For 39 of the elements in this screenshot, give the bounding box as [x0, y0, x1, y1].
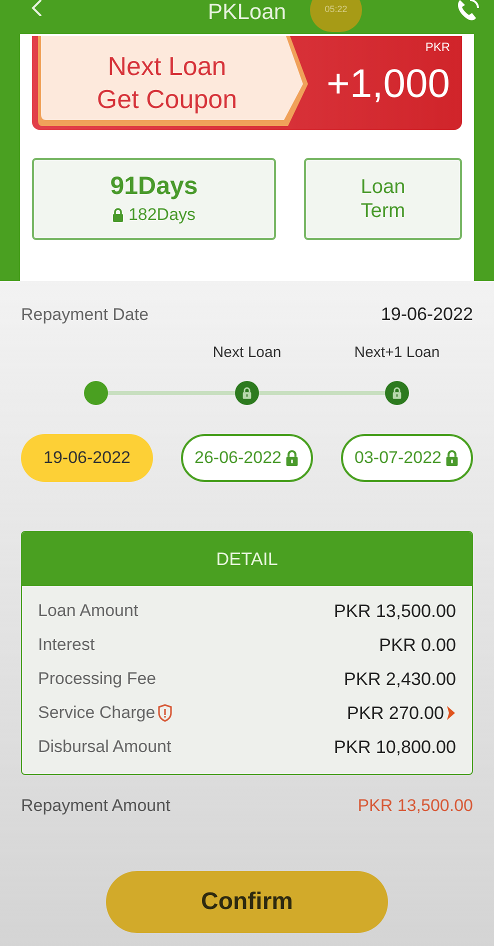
lock-icon: [285, 450, 300, 466]
confirm-button[interactable]: Confirm: [106, 870, 388, 932]
date-chip[interactable]: 26-06-2022: [181, 434, 313, 482]
recording-badge: 05:22: [310, 0, 362, 32]
shield-alert-icon[interactable]: [157, 704, 174, 722]
field-label: Repayment Date: [21, 304, 149, 326]
coupon-banner[interactable]: Next Loan Get Coupon PKR +1,000: [32, 36, 462, 130]
detail-value: PKR 0.00: [378, 634, 456, 656]
term-option[interactable]: 91Days 182Days: [32, 158, 276, 240]
step-label: Next+1 Loan: [354, 343, 440, 363]
date-chip[interactable]: 19-06-2022: [21, 434, 153, 482]
detail-label: Processing Fee: [38, 668, 156, 690]
detail-value: PKR 10,800.00: [334, 736, 456, 758]
lock-icon: [392, 387, 402, 399]
detail-value: PKR 13,500.00: [334, 600, 456, 622]
currency-label: PKR: [425, 39, 450, 56]
detail-label: Service Charge: [38, 702, 156, 724]
term-days: 91Days: [110, 170, 198, 202]
lock-icon: [242, 387, 252, 399]
coupon-amount: +1,000: [326, 64, 450, 104]
field-label: Repayment Amount: [21, 795, 170, 817]
chevron-right-icon[interactable]: [446, 706, 456, 720]
term-option[interactable]: Loan Term: [304, 158, 462, 240]
coupon-arrow-icon: [38, 36, 308, 126]
locked-days: 182Days: [128, 202, 196, 228]
screen-title: PKLoan: [208, 1, 286, 23]
detail-label: Interest: [38, 634, 95, 656]
detail-label: Disbursal Amount: [38, 736, 172, 758]
detail-value: PKR 270.00: [346, 702, 444, 724]
detail-label: Loan Amount: [38, 600, 138, 622]
detail-title: DETAIL: [216, 548, 278, 570]
detail-value: PKR 2,430.00: [344, 668, 456, 690]
repayment-date: 19-06-2022: [380, 303, 473, 326]
date-chip[interactable]: 03-07-2022: [341, 434, 473, 482]
coupon-text: Next Loan Get Coupon: [96, 50, 238, 116]
term-label: Loan Term: [360, 175, 406, 223]
lock-icon: [445, 450, 460, 466]
repayment-amount: PKR 13,500.00: [358, 795, 473, 817]
step-label: Next Loan: [212, 343, 282, 363]
